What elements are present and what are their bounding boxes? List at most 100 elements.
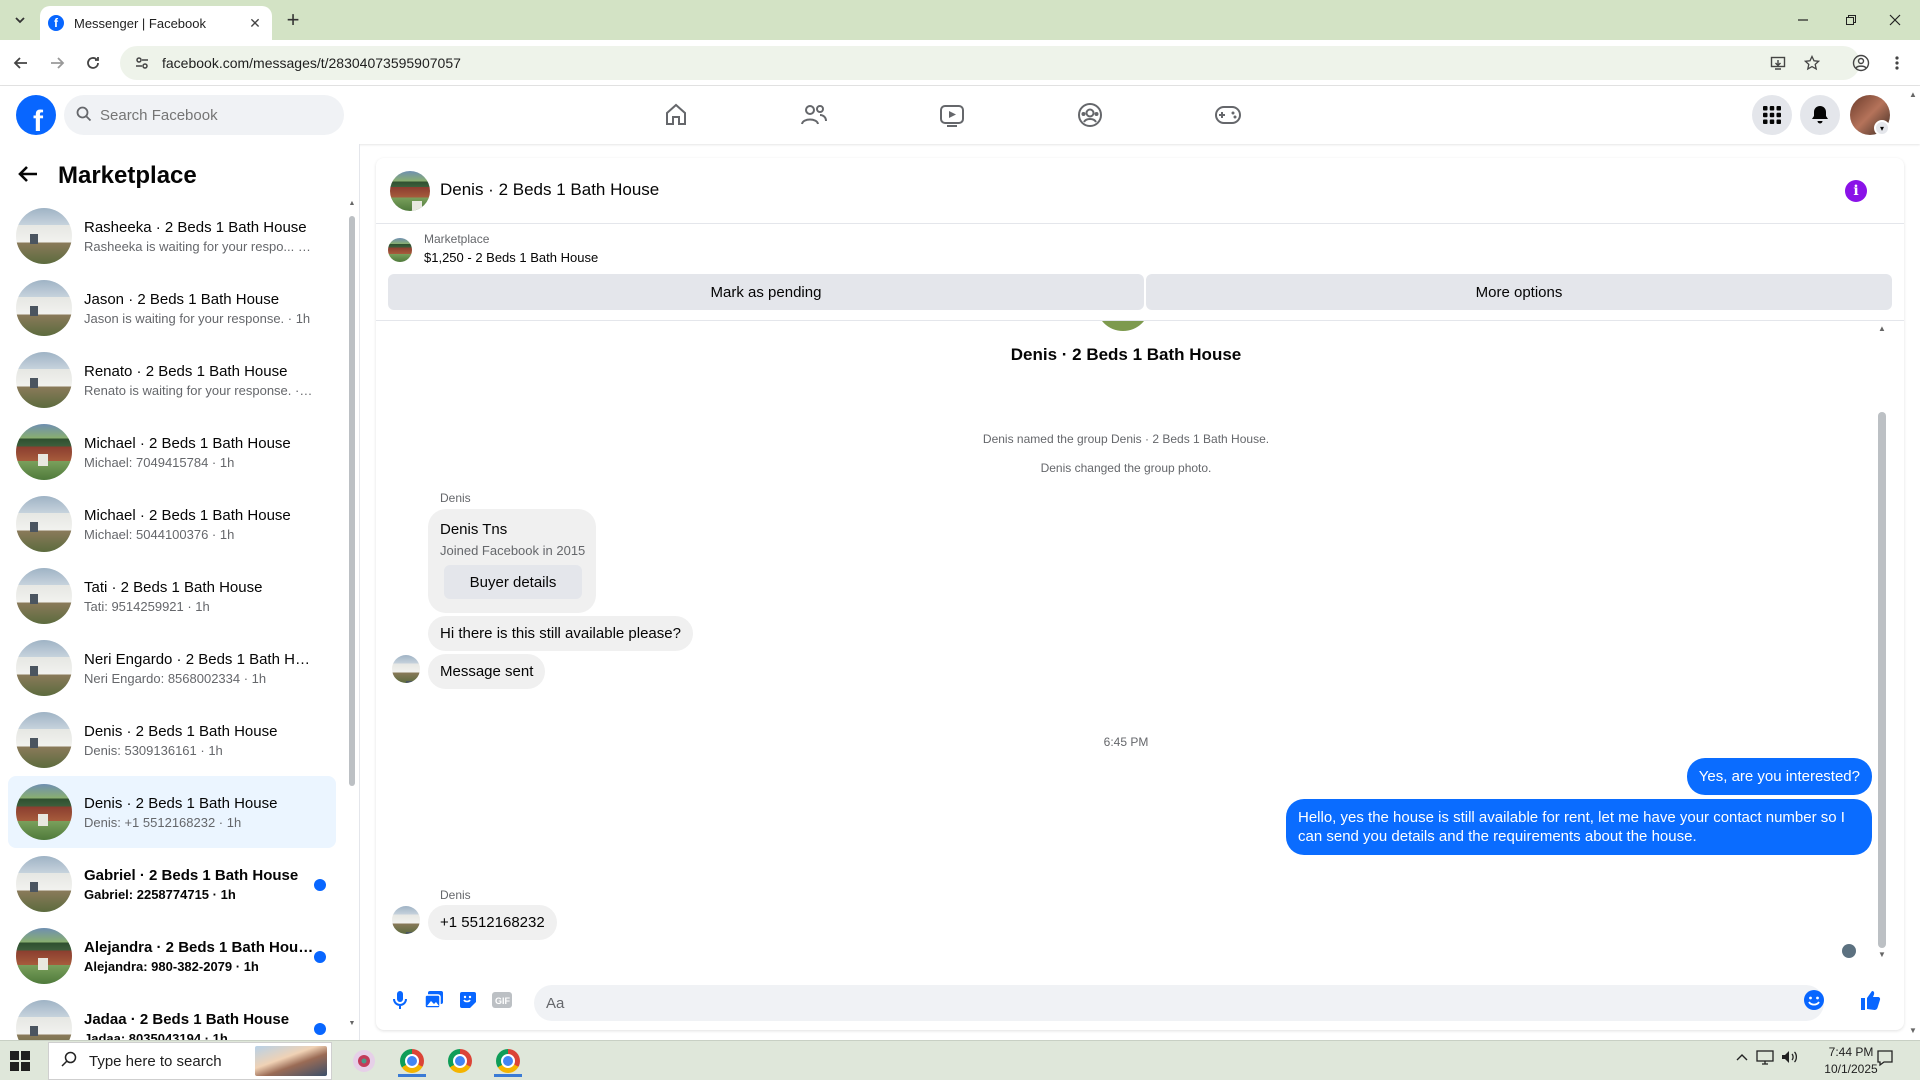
network-icon[interactable]: [1756, 1049, 1774, 1068]
facebook-search[interactable]: [64, 95, 344, 135]
bookmark-star-icon[interactable]: [1799, 50, 1825, 76]
menu-grid-button[interactable]: [1752, 95, 1792, 135]
thumbs-up-icon[interactable]: [1858, 988, 1882, 1012]
conversation-text: Renato · 2 Beds 1 Bath House Renato is wa…: [84, 363, 314, 398]
arrow-left-icon[interactable]: [18, 163, 38, 189]
facebook-search-input[interactable]: [100, 106, 300, 124]
scroll-down-icon[interactable]: ▼: [1876, 950, 1888, 959]
sender-avatar[interactable]: [392, 655, 420, 683]
conversation-item[interactable]: Denis · 2 Beds 1 Bath House Denis: 530913…: [8, 704, 336, 776]
profile-icon[interactable]: [1848, 50, 1874, 76]
conversation-preview: Renato is waiting for your response. · 1…: [84, 382, 314, 398]
url-text[interactable]: facebook.com/messages/t/2830407359590705…: [162, 55, 461, 71]
sidebar-scrollbar[interactable]: ▲ ▼: [348, 200, 356, 1030]
sticker-icon[interactable]: [456, 988, 480, 1012]
more-options-button[interactable]: More options: [1146, 274, 1892, 310]
conversation-item[interactable]: Gabriel · 2 Beds 1 Bath House Gabriel: 22…: [8, 848, 336, 920]
listing-thumbnail: [388, 238, 412, 262]
mark-as-pending-button[interactable]: Mark as pending: [388, 274, 1144, 310]
conversation-name: Michael · 2 Beds 1 Bath House: [84, 434, 291, 452]
conversation-text: Alejandra · 2 Beds 1 Bath House Alejandra…: [84, 939, 314, 974]
page-scrollbar[interactable]: ▲ ▼: [1906, 86, 1920, 1040]
message-text-field[interactable]: [546, 994, 1746, 1012]
tray-chevron-up-icon[interactable]: [1736, 1049, 1748, 1065]
taskbar-chrome-3[interactable]: [488, 1045, 528, 1077]
conversation-thumbnail: [16, 352, 72, 408]
site-info-icon[interactable]: [134, 55, 150, 71]
scroll-up-icon[interactable]: ▲: [1908, 90, 1918, 99]
friends-icon[interactable]: [798, 99, 830, 131]
home-icon[interactable]: [660, 99, 692, 131]
scroll-up-icon[interactable]: ▲: [1876, 324, 1888, 333]
video-icon[interactable]: [936, 99, 968, 131]
gif-icon[interactable]: GIF: [490, 988, 514, 1012]
sidebar-scroll-thumb[interactable]: [349, 216, 355, 786]
microphone-icon[interactable]: [388, 988, 412, 1012]
emoji-icon[interactable]: [1802, 988, 1826, 1012]
thread-scrollbar[interactable]: ▲ ▼: [1874, 324, 1890, 964]
photo-icon[interactable]: [422, 988, 446, 1012]
groups-icon[interactable]: [1074, 99, 1106, 131]
conversation-item[interactable]: Tati · 2 Beds 1 Bath House Tati: 95142599…: [8, 560, 336, 632]
unread-dot-icon: [314, 1023, 326, 1035]
conversation-item[interactable]: Alejandra · 2 Beds 1 Bath House Alejandra…: [8, 920, 336, 992]
scroll-down-icon[interactable]: ▼: [1908, 1026, 1918, 1035]
conversation-item[interactable]: Renato · 2 Beds 1 Bath House Renato is wa…: [8, 344, 336, 416]
message-bubble-outgoing[interactable]: Hello, yes the house is still available …: [1286, 799, 1872, 855]
notification-center-icon[interactable]: [1876, 1049, 1894, 1070]
thread-scroll-thumb[interactable]: [1878, 412, 1886, 948]
conversation-text: Gabriel · 2 Beds 1 Bath House Gabriel: 22…: [84, 867, 314, 902]
tab-close-icon[interactable]: ✕: [246, 14, 264, 32]
info-icon[interactable]: i: [1845, 180, 1867, 202]
browser-menu-icon[interactable]: [1884, 50, 1910, 76]
new-tab-button[interactable]: +: [282, 7, 304, 32]
conversation-item[interactable]: Jason · 2 Beds 1 Bath House Jason is wait…: [8, 272, 336, 344]
scroll-up-icon[interactable]: ▲: [348, 200, 356, 207]
windows-taskbar: Type here to search 7:44 PM 10/1/2025: [0, 1040, 1920, 1080]
conversation-item[interactable]: Neri Engardo · 2 Beds 1 Bath Ho... Neri E…: [8, 632, 336, 704]
taskbar-chrome-2[interactable]: [440, 1045, 480, 1077]
buyer-details-button[interactable]: Buyer details: [444, 565, 582, 599]
forward-button[interactable]: [44, 50, 70, 76]
scroll-down-icon[interactable]: ▼: [348, 1020, 356, 1027]
back-button[interactable]: [8, 50, 34, 76]
browser-tab[interactable]: f Messenger | Facebook ✕: [40, 6, 272, 40]
chat-header: Denis · 2 Beds 1 Bath House i: [376, 158, 1904, 224]
minimize-button[interactable]: [1788, 6, 1818, 34]
windows-start-icon[interactable]: [10, 1051, 30, 1071]
taskbar-app-pinned[interactable]: [344, 1045, 384, 1077]
close-window-button[interactable]: [1880, 6, 1910, 34]
message-bubble-incoming[interactable]: Message sent: [428, 654, 546, 689]
taskbar-chrome-1[interactable]: [392, 1045, 432, 1077]
sender-avatar[interactable]: [392, 906, 420, 934]
tab-search-dropdown[interactable]: [8, 8, 32, 32]
reload-button[interactable]: [80, 50, 106, 76]
taskbar-search-placeholder: Type here to search: [89, 1052, 222, 1070]
conversation-item[interactable]: Denis · 2 Beds 1 Bath House Denis: +1 551…: [8, 776, 336, 848]
conversation-item[interactable]: Michael · 2 Beds 1 Bath House Michael: 50…: [8, 488, 336, 560]
conversation-name: Gabriel · 2 Beds 1 Bath House: [84, 866, 299, 884]
chat-avatar[interactable]: [390, 171, 430, 211]
address-bar[interactable]: facebook.com/messages/t/2830407359590705…: [120, 46, 1860, 80]
install-app-icon[interactable]: [1765, 50, 1791, 76]
conversation-text: Michael · 2 Beds 1 Bath House Michael: 50…: [84, 507, 314, 542]
notifications-button[interactable]: [1800, 95, 1840, 135]
conversation-item[interactable]: Michael · 2 Beds 1 Bath House Michael: 70…: [8, 416, 336, 488]
restore-button[interactable]: [1836, 6, 1866, 34]
listing-source: Marketplace: [424, 232, 490, 246]
message-bubble-incoming[interactable]: +1 5512168232: [428, 905, 557, 940]
conversation-item[interactable]: Rasheeka · 2 Beds 1 Bath House Rasheeka i…: [8, 200, 336, 272]
taskbar-search[interactable]: Type here to search: [48, 1042, 332, 1080]
gaming-icon[interactable]: [1212, 99, 1244, 131]
message-bubble-outgoing[interactable]: Yes, are you interested?: [1686, 758, 1872, 795]
conversation-text: Denis · 2 Beds 1 Bath House Denis: +1 551…: [84, 795, 314, 830]
facebook-logo-icon[interactable]: f: [16, 95, 56, 135]
message-input[interactable]: [534, 985, 1824, 1021]
account-chevron-icon[interactable]: ▾: [1874, 120, 1890, 136]
chat-title[interactable]: Denis · 2 Beds 1 Bath House: [440, 180, 659, 200]
sender-name: Denis: [440, 491, 471, 505]
conversation-item[interactable]: Jadaa · 2 Beds 1 Bath House Jadaa: 803504…: [8, 992, 336, 1040]
browser-tab-strip: f Messenger | Facebook ✕ +: [0, 0, 1920, 40]
volume-icon[interactable]: [1780, 1049, 1798, 1068]
message-bubble-incoming[interactable]: Hi there is this still available please?: [428, 616, 693, 651]
